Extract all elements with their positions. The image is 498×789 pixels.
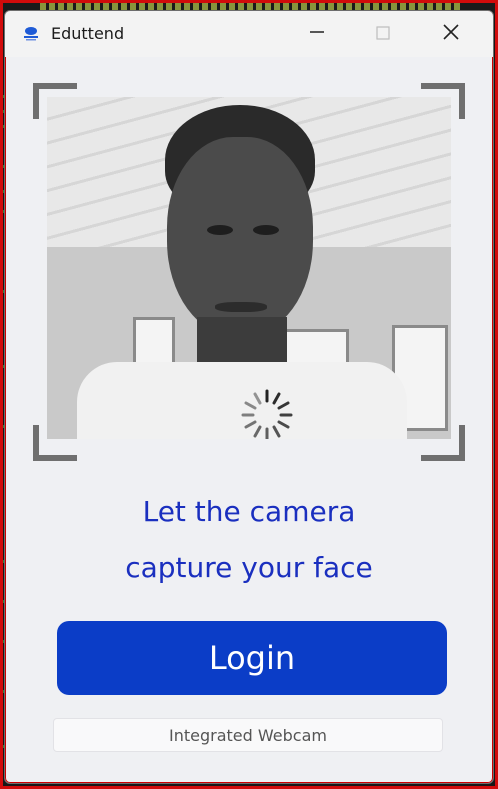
app-window: Eduttend Let the camera capture your fac… — [4, 10, 494, 784]
prompt-line-1: Let the camera — [142, 495, 356, 528]
login-button[interactable]: Login — [57, 621, 447, 695]
minimize-button[interactable] — [285, 11, 349, 57]
minimize-icon — [309, 24, 325, 45]
maximize-icon — [376, 24, 390, 45]
title-bar[interactable]: Eduttend — [5, 11, 493, 57]
person-eye — [207, 225, 233, 235]
maximize-button[interactable] — [351, 11, 415, 57]
window-title: Eduttend — [51, 24, 125, 43]
camera-select[interactable]: Integrated Webcam — [53, 718, 443, 752]
webcam-feed — [47, 97, 451, 439]
spinner-icon — [239, 387, 295, 439]
close-button[interactable] — [419, 11, 483, 57]
camera-panel — [25, 81, 473, 465]
prompt-line-2: capture your face — [125, 551, 373, 584]
person-mouth — [215, 302, 267, 312]
close-icon — [443, 23, 459, 45]
app-logo-icon — [21, 25, 41, 43]
person-eye — [253, 225, 279, 235]
